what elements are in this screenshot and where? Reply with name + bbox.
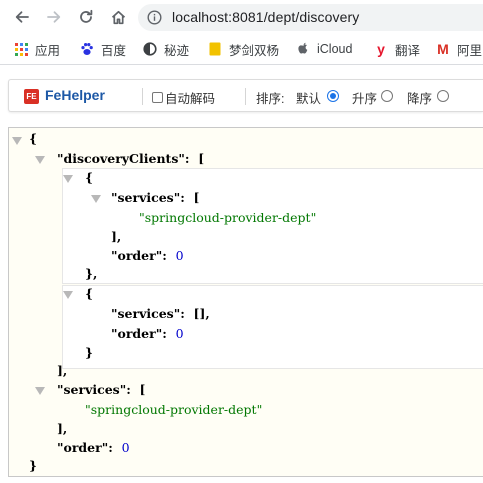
fehelper-title[interactable]: FeHelper bbox=[45, 87, 105, 103]
json-key: "discoveryClients" bbox=[57, 151, 185, 166]
json-line: }, bbox=[85, 266, 98, 281]
toolbar-divider bbox=[245, 88, 246, 105]
json-line: } bbox=[85, 345, 94, 360]
json-line: } bbox=[29, 458, 38, 473]
home-icon[interactable] bbox=[107, 6, 129, 28]
sort-label: 排序: bbox=[256, 92, 285, 106]
bookmark-label: 梦剑双杨 bbox=[229, 43, 280, 58]
json-key: "services" bbox=[111, 306, 181, 321]
bookmark-label: 应用 bbox=[35, 43, 61, 58]
url-text: localhost:8081/dept/discovery bbox=[172, 9, 360, 25]
bookmark-icloud[interactable]: iCloud bbox=[296, 34, 352, 64]
json-line: { bbox=[29, 131, 38, 146]
forward-arrow-icon[interactable] bbox=[43, 6, 65, 28]
bookmark-label: 百度 bbox=[101, 43, 127, 58]
site-info-icon[interactable] bbox=[147, 10, 162, 30]
bookmark-translate[interactable]: y 翻译 bbox=[374, 34, 420, 64]
bookmark-label: 阿里 bbox=[457, 43, 483, 58]
json-line: "order": 0 bbox=[111, 248, 184, 263]
json-line: "services": [ bbox=[111, 190, 200, 205]
auto-decode-label: 自动解码 bbox=[165, 92, 216, 106]
json-number-value: 0 bbox=[121, 440, 130, 455]
apps-grid-icon bbox=[14, 42, 28, 56]
json-number-value: 0 bbox=[175, 248, 184, 263]
bookmarks-bar: 应用 百度 秘迹 梦剑双杨 iCloud y 翻译 M 阿里 bbox=[0, 34, 483, 65]
page-bottom-edge bbox=[0, 477, 483, 483]
json-number-value: 0 bbox=[175, 326, 184, 341]
fehelper-logo-icon: FE bbox=[24, 89, 39, 104]
bookmark-label: 翻译 bbox=[395, 43, 421, 58]
bookmark-miji[interactable]: 秘迹 bbox=[143, 34, 189, 64]
bookmark-ali[interactable]: M 阿里 bbox=[436, 34, 482, 64]
sort-default-label[interactable]: 默认 bbox=[296, 88, 321, 107]
youdao-y-icon: y bbox=[377, 41, 385, 57]
json-line: ], bbox=[111, 229, 122, 244]
collapse-toggle-icon[interactable] bbox=[35, 387, 45, 395]
bookmark-label: 秘迹 bbox=[164, 43, 190, 58]
json-line: { bbox=[85, 170, 94, 185]
sort-desc-label[interactable]: 降序 bbox=[407, 88, 432, 107]
toolbar-divider bbox=[142, 88, 143, 105]
json-key: "services" bbox=[57, 382, 127, 397]
sort-asc-label[interactable]: 升序 bbox=[352, 88, 377, 107]
folder-icon bbox=[208, 42, 222, 56]
checkbox-box[interactable] bbox=[152, 92, 163, 103]
json-string-value: "springcloud-provider-dept" bbox=[85, 402, 263, 417]
apple-icon bbox=[296, 42, 310, 56]
json-string-value: "springcloud-provider-dept" bbox=[139, 210, 317, 225]
auto-decode-checkbox[interactable]: 自动解码 bbox=[152, 88, 215, 107]
bookmark-apps[interactable]: 应用 bbox=[14, 34, 60, 64]
json-key: "order" bbox=[111, 326, 163, 341]
fehelper-toolbar: FE FeHelper 自动解码 排序: 默认 升序 降序 bbox=[8, 79, 483, 112]
browser-toolbar: localhost:8081/dept/discovery bbox=[0, 0, 483, 34]
json-line: "order": 0 bbox=[111, 326, 184, 341]
sort-asc-radio[interactable] bbox=[381, 90, 393, 102]
json-line: ], bbox=[57, 421, 68, 436]
back-arrow-icon[interactable] bbox=[11, 6, 33, 28]
json-key: "order" bbox=[57, 440, 109, 455]
collapse-toggle-icon[interactable] bbox=[63, 175, 73, 183]
reload-icon[interactable] bbox=[75, 6, 97, 28]
json-line: "services": [], bbox=[111, 306, 210, 321]
bookmark-baidu[interactable]: 百度 bbox=[80, 34, 126, 64]
collapse-toggle-icon[interactable] bbox=[63, 291, 73, 299]
json-line: "springcloud-provider-dept" bbox=[85, 402, 262, 418]
sort-default-radio[interactable] bbox=[327, 90, 339, 102]
address-bar[interactable]: localhost:8081/dept/discovery bbox=[138, 4, 483, 31]
collapse-toggle-icon[interactable] bbox=[12, 137, 22, 145]
array-item-box bbox=[62, 168, 483, 284]
json-line: "services": [ bbox=[57, 382, 146, 397]
baidu-paw-icon bbox=[80, 42, 94, 56]
json-line: { bbox=[85, 286, 94, 301]
gmail-m-icon: M bbox=[437, 41, 449, 57]
json-key: "order" bbox=[111, 248, 163, 263]
json-viewer: { "discoveryClients": [ { "services": [ … bbox=[8, 127, 483, 477]
collapse-toggle-icon[interactable] bbox=[35, 156, 45, 164]
json-line: "order": 0 bbox=[57, 440, 130, 455]
mijisou-icon bbox=[143, 42, 157, 56]
sort-desc-radio[interactable] bbox=[437, 90, 449, 102]
json-line: ], bbox=[57, 363, 68, 378]
json-key: "services" bbox=[111, 190, 181, 205]
json-line: "springcloud-provider-dept" bbox=[139, 210, 316, 226]
json-line: "discoveryClients": [ bbox=[57, 151, 205, 166]
bookmark-folder[interactable]: 梦剑双杨 bbox=[208, 34, 279, 64]
bookmark-label: iCloud bbox=[317, 42, 353, 56]
collapse-toggle-icon[interactable] bbox=[91, 195, 101, 203]
